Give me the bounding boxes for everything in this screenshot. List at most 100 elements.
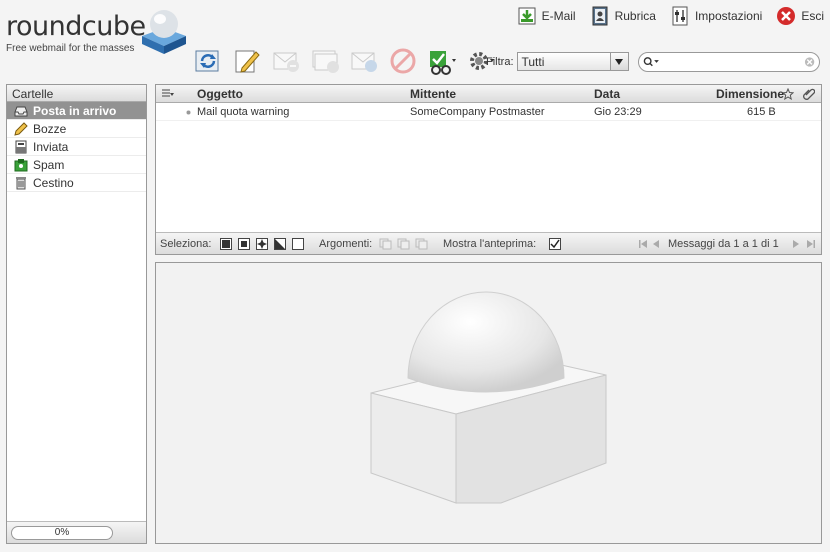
column-from[interactable]: Mittente [410, 87, 456, 101]
settings-panel-icon [672, 6, 688, 26]
nav-addressbook[interactable]: Rubrica [590, 6, 656, 26]
threads-expand-icon[interactable] [379, 238, 393, 250]
chevron-down-icon [609, 53, 628, 70]
folder-inbox[interactable]: Posta in arrivo [7, 102, 146, 120]
vertical-splitter[interactable] [147, 84, 155, 544]
message-list-footer: Seleziona: Argomenti: Mostra l'anteprima… [156, 232, 821, 254]
mark-button[interactable] [426, 46, 458, 76]
next-page-icon[interactable] [792, 239, 800, 249]
filter-selected-value: Tutti [521, 55, 545, 69]
horizontal-splitter[interactable] [155, 255, 822, 262]
roundcube-logo-icon [142, 10, 186, 54]
folder-label: Posta in arrivo [33, 103, 117, 118]
message-list: Oggetto Mittente Data Dimensione Mail qu… [155, 84, 822, 255]
select-page-icon [241, 241, 247, 247]
column-size[interactable]: Dimensione [716, 87, 784, 101]
filter-label: Filtra: [486, 55, 514, 68]
search-icon[interactable] [643, 56, 660, 68]
delete-icon [390, 48, 416, 74]
roundcube-watermark-icon [370, 291, 607, 504]
flag-column-star-icon[interactable] [782, 88, 794, 100]
reply-all-button[interactable] [309, 46, 341, 76]
select-invert-button[interactable] [274, 238, 286, 250]
first-page-icon[interactable] [638, 239, 648, 249]
nav-logout-label: Esci [801, 9, 824, 23]
select-unread-button[interactable] [256, 238, 268, 250]
message-count: Messaggi da 1 a 1 di 1 [668, 238, 779, 250]
logo-tagline: Free webmail for the masses [6, 43, 135, 54]
previous-page-icon[interactable] [652, 239, 660, 249]
message-date: Gio 23:29 [594, 106, 642, 118]
folder-label: Bozze [33, 121, 67, 136]
roundcube-logo[interactable]: roundcube Free webmail for the masses [6, 4, 186, 54]
folder-panel: Cartelle Posta in arrivo Bozze Inviata S… [6, 84, 147, 544]
unread-dot-icon [186, 110, 191, 115]
nav-email[interactable]: E-Mail [517, 6, 576, 26]
folder-label: Cestino [33, 175, 74, 190]
search-input[interactable] [661, 56, 804, 68]
column-subject[interactable]: Oggetto [197, 87, 243, 101]
refresh-button[interactable] [192, 46, 224, 76]
folder-drafts[interactable]: Bozze [7, 120, 146, 138]
compose-icon [235, 50, 260, 73]
reply-icon [273, 52, 299, 72]
mark-icon [430, 51, 456, 75]
pencil-icon [14, 121, 28, 136]
preview-toggle-label: Mostra l'anteprima: [443, 238, 537, 250]
delete-button[interactable] [387, 46, 419, 76]
message-row[interactable]: Mail quota warning SomeCompany Postmaste… [156, 103, 821, 121]
message-subject: Mail quota warning [197, 106, 290, 118]
column-date[interactable]: Data [594, 87, 620, 101]
threads-list-icon[interactable] [415, 238, 429, 250]
message-from: SomeCompany Postmaster [410, 106, 545, 118]
nav-email-label: E-Mail [541, 9, 576, 23]
select-none-button[interactable] [292, 238, 304, 250]
select-unread-icon [257, 239, 267, 249]
nav-logout[interactable]: Esci [776, 6, 824, 26]
message-list-header: Oggetto Mittente Data Dimensione [156, 85, 821, 103]
folder-panel-footer: 0% [7, 521, 146, 543]
refresh-icon [195, 50, 219, 72]
select-all-button[interactable] [220, 238, 232, 250]
mail-download-icon [518, 7, 536, 25]
mail-toolbar [192, 46, 497, 76]
search-box [638, 52, 820, 72]
last-page-icon[interactable] [806, 239, 816, 249]
forward-icon [351, 52, 377, 72]
nav-settings[interactable]: Impostazioni [670, 6, 762, 26]
checkmark-icon [550, 239, 560, 249]
select-label: Seleziona: [160, 238, 212, 250]
threads-label: Argomenti: [319, 238, 373, 250]
nav-addressbook-label: Rubrica [614, 9, 656, 23]
select-invert-icon [275, 239, 285, 249]
filter-control: Filtra: Tutti [486, 52, 629, 71]
top-navigation: E-Mail Rubrica Impostazioni Esci [517, 6, 824, 26]
select-page-button[interactable] [238, 238, 250, 250]
nav-settings-label: Impostazioni [694, 9, 763, 23]
quota-indicator: 0% [11, 525, 113, 540]
logout-icon [777, 7, 796, 25]
preview-toggle-checkbox[interactable] [549, 238, 561, 250]
threads-collapse-icon[interactable] [397, 238, 411, 250]
compose-button[interactable] [231, 46, 263, 76]
filter-select[interactable]: Tutti [516, 52, 629, 71]
reply-all-icon [312, 50, 339, 73]
clear-search-icon[interactable] [804, 56, 815, 68]
trash-icon [16, 176, 26, 189]
preview-pane [155, 262, 822, 544]
spam-icon [14, 158, 28, 171]
forward-button[interactable] [348, 46, 380, 76]
address-book-icon [592, 6, 608, 26]
sent-icon [15, 140, 27, 153]
select-all-icon [222, 240, 230, 248]
folder-label: Spam [33, 157, 65, 172]
attachment-column-paperclip-icon[interactable] [803, 87, 815, 101]
logo-wordmark: roundcube [6, 11, 146, 42]
reply-button[interactable] [270, 46, 302, 76]
folder-sent[interactable]: Inviata [7, 138, 146, 156]
folder-trash[interactable]: Cestino [7, 174, 146, 192]
message-size: 615 B [747, 106, 776, 118]
folder-label: Inviata [33, 139, 69, 154]
list-options-icon[interactable] [161, 89, 175, 99]
folder-spam[interactable]: Spam [7, 156, 146, 174]
